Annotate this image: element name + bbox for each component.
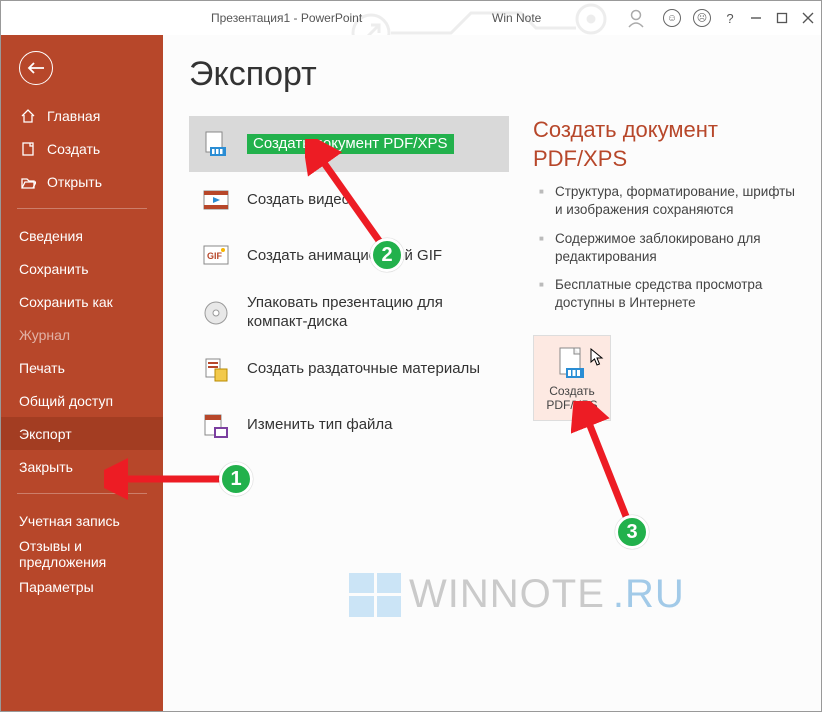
sidebar-item-label: Главная bbox=[47, 108, 100, 124]
separator bbox=[17, 208, 147, 209]
titlebar: Презентация1 - PowerPoint Win Note ☺ ☹ ? bbox=[1, 1, 821, 35]
sidebar-item-label: Сохранить bbox=[19, 261, 89, 277]
window-title: Презентация1 - PowerPoint bbox=[211, 11, 362, 25]
sidebar-item-Сохранить как[interactable]: Сохранить как bbox=[1, 285, 163, 318]
annotation-badge-1: 1 bbox=[219, 462, 253, 496]
pdf-icon bbox=[201, 129, 231, 159]
win-note-label: Win Note bbox=[492, 11, 541, 25]
content-area: Экспорт Создать документ PDF/XPSСоздать … bbox=[163, 35, 821, 711]
sidebar-item-Закрыть[interactable]: Закрыть bbox=[1, 450, 163, 483]
back-button[interactable] bbox=[19, 51, 53, 85]
sidebar-item-Отзывы и предложения[interactable]: Отзывы и предложения bbox=[1, 537, 163, 570]
export-option-pdf[interactable]: Создать документ PDF/XPS bbox=[189, 116, 509, 172]
gif-icon: GIF bbox=[201, 241, 231, 271]
close-icon[interactable] bbox=[801, 11, 815, 25]
new-icon bbox=[19, 141, 37, 157]
annotation-badge-3: 3 bbox=[615, 515, 649, 549]
minimize-icon[interactable] bbox=[749, 11, 763, 25]
export-option-label: Упаковать презентацию для компакт-диска bbox=[247, 294, 497, 332]
sidebar-item-label: Печать bbox=[19, 360, 65, 376]
panel-title: Создать документ PDF/XPS bbox=[533, 116, 795, 173]
sidebar-item-label: Журнал bbox=[19, 327, 70, 343]
export-option-label: Создать раздаточные материалы bbox=[247, 360, 480, 379]
sidebar-item-Параметры[interactable]: Параметры bbox=[1, 570, 163, 603]
account-icon[interactable] bbox=[627, 8, 651, 28]
export-option-label: Создать документ PDF/XPS bbox=[247, 134, 454, 155]
create-pdf-xps-button[interactable]: Создать PDF/XPS bbox=[533, 335, 611, 421]
change-icon bbox=[201, 411, 231, 441]
watermark: WINNOTE.RU bbox=[349, 572, 685, 617]
help-icon[interactable]: ? bbox=[723, 11, 737, 25]
backstage-sidebar: Главная Создать Открыть Сведения Сохранить С… bbox=[1, 35, 163, 711]
sidebar-item-label: Создать bbox=[47, 141, 100, 157]
frown-icon[interactable]: ☹ bbox=[693, 9, 711, 27]
bullet-item: Содержимое заблокировано для редактирова… bbox=[539, 230, 795, 266]
export-list: Создать документ PDF/XPS Создать видео GIF… bbox=[189, 116, 509, 454]
video-icon bbox=[201, 185, 231, 215]
export-option-video[interactable]: Создать видео bbox=[189, 172, 509, 228]
export-option-label: Создать анимационный GIF bbox=[247, 247, 442, 266]
export-detail-pane: Создать документ PDF/XPS Структура, форм… bbox=[533, 116, 795, 454]
sidebar-item-label: Открыть bbox=[47, 174, 102, 190]
smile-icon[interactable]: ☺ bbox=[663, 9, 681, 27]
bullet-item: Структура, форматирование, шрифты и изоб… bbox=[539, 183, 795, 219]
export-option-cd[interactable]: Упаковать презентацию для компакт-диска bbox=[189, 284, 509, 342]
sidebar-item-Открыть[interactable]: Открыть bbox=[1, 165, 163, 198]
sidebar-item-Сведения[interactable]: Сведения bbox=[1, 219, 163, 252]
sidebar-item-label: Общий доступ bbox=[19, 393, 113, 409]
bullet-item: Бесплатные средства просмотра доступны в… bbox=[539, 276, 795, 312]
open-icon bbox=[19, 174, 37, 190]
cd-icon bbox=[201, 298, 231, 328]
sidebar-item-Общий доступ[interactable]: Общий доступ bbox=[1, 384, 163, 417]
cursor-icon bbox=[590, 348, 604, 366]
export-option-gif[interactable]: GIF Создать анимационный GIF bbox=[189, 228, 509, 284]
sidebar-item-Главная[interactable]: Главная bbox=[1, 99, 163, 132]
home-icon bbox=[19, 108, 37, 124]
sidebar-item-label: Параметры bbox=[19, 579, 94, 595]
sidebar-item-label: Сведения bbox=[19, 228, 83, 244]
sidebar-item-Учетная запись[interactable]: Учетная запись bbox=[1, 504, 163, 537]
page-title: Экспорт bbox=[189, 55, 795, 94]
svg-text:GIF: GIF bbox=[207, 251, 223, 261]
sidebar-item-label: Учетная запись bbox=[19, 513, 120, 529]
sidebar-item-Сохранить[interactable]: Сохранить bbox=[1, 252, 163, 285]
export-option-label: Создать видео bbox=[247, 191, 350, 210]
sidebar-item-label: Отзывы и предложения bbox=[19, 538, 163, 570]
pdf-document-icon bbox=[556, 346, 588, 380]
export-option-change[interactable]: Изменить тип файла bbox=[189, 398, 509, 454]
maximize-icon[interactable] bbox=[775, 11, 789, 25]
sidebar-item-Журнал[interactable]: Журнал bbox=[1, 318, 163, 351]
separator bbox=[17, 493, 147, 494]
export-option-handout[interactable]: Создать раздаточные материалы bbox=[189, 342, 509, 398]
sidebar-item-Создать[interactable]: Создать bbox=[1, 132, 163, 165]
handout-icon bbox=[201, 355, 231, 385]
sidebar-item-label: Экспорт bbox=[19, 426, 72, 442]
sidebar-item-Экспорт[interactable]: Экспорт bbox=[1, 417, 163, 450]
export-option-label: Изменить тип файла bbox=[247, 416, 393, 435]
sidebar-item-Печать[interactable]: Печать bbox=[1, 351, 163, 384]
sidebar-item-label: Сохранить как bbox=[19, 294, 113, 310]
sidebar-item-label: Закрыть bbox=[19, 459, 73, 475]
button-label: Создать PDF/XPS bbox=[546, 384, 597, 412]
annotation-badge-2: 2 bbox=[370, 238, 404, 272]
